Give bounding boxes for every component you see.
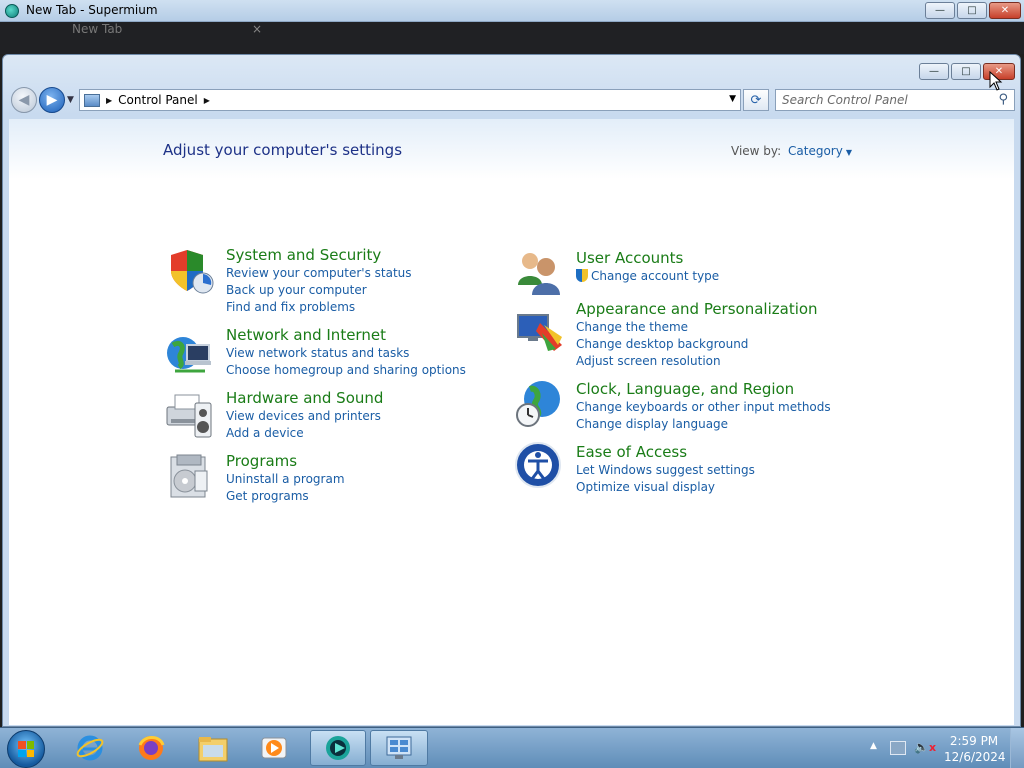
clock-time[interactable]: 2:59 PM <box>944 734 1004 748</box>
category-heading-network-internet[interactable]: Network and Internet <box>226 326 466 344</box>
mouse-cursor-icon <box>989 71 1003 91</box>
browser-tab-strip: New Tab × <box>0 22 1024 54</box>
search-input[interactable]: Search Control Panel ⚲ <box>775 89 1015 111</box>
link-uninstall-program[interactable]: Uninstall a program <box>226 471 345 488</box>
browser-window-title: New Tab - Supermium <box>26 3 158 17</box>
browser-close-button[interactable]: ✕ <box>989 2 1021 19</box>
start-button[interactable] <box>7 730 45 768</box>
programs-icon[interactable] <box>165 451 215 501</box>
tab-close-icon[interactable]: × <box>252 22 262 36</box>
printer-speaker-icon[interactable] <box>165 389 215 439</box>
cp-minimize-button[interactable]: — <box>919 63 949 80</box>
ease-of-access-icon[interactable] <box>514 441 564 491</box>
category-programs: Programs Uninstall a program Get program… <box>226 452 345 505</box>
control-panel-content: Adjust your computer's settings View by:… <box>9 119 1014 725</box>
link-optimize-visual[interactable]: Optimize visual display <box>576 479 755 496</box>
category-user-accounts: User Accounts Change account type <box>576 249 719 285</box>
windows-logo-icon <box>18 741 34 757</box>
shield-icon[interactable] <box>165 247 215 297</box>
back-arrow-icon: ◀ <box>18 92 30 108</box>
refresh-button[interactable]: ⟳ <box>743 89 769 111</box>
link-find-fix[interactable]: Find and fix problems <box>226 299 412 316</box>
browser-tab-title: New Tab <box>72 22 123 36</box>
firefox-icon[interactable] <box>125 730 177 766</box>
category-heading-user-accounts[interactable]: User Accounts <box>576 249 719 267</box>
link-get-programs[interactable]: Get programs <box>226 488 345 505</box>
browser-maximize-button[interactable]: □ <box>957 2 987 19</box>
category-heading-system-security[interactable]: System and Security <box>226 246 412 264</box>
link-desktop-background[interactable]: Change desktop background <box>576 336 818 353</box>
clock-date[interactable]: 12/6/2024 <box>944 750 1006 764</box>
file-explorer-icon[interactable] <box>187 730 239 766</box>
supermium-taskbar-button[interactable] <box>310 730 366 766</box>
category-heading-appearance[interactable]: Appearance and Personalization <box>576 300 818 318</box>
page-title: Adjust your computer's settings <box>163 141 403 159</box>
browser-tab[interactable]: New Tab × <box>36 22 276 40</box>
control-panel-window: — □ ✕ ◀ ▶ ▼ ▶ Control Panel ▶ ▼ ⟳ Search… <box>2 54 1021 727</box>
show-hidden-icons-icon[interactable]: ▲ <box>870 741 877 751</box>
back-button[interactable]: ◀ <box>11 87 37 113</box>
link-change-account-type-label: Change account type <box>591 269 720 283</box>
users-icon[interactable] <box>514 247 564 297</box>
view-by-dropdown[interactable]: Category ▼ <box>788 144 852 158</box>
link-change-keyboards[interactable]: Change keyboards or other input methods <box>576 399 831 416</box>
media-player-icon[interactable] <box>248 730 300 766</box>
globe-clock-icon[interactable] <box>514 379 564 429</box>
link-review-status[interactable]: Review your computer's status <box>226 265 412 282</box>
chevron-down-icon: ▼ <box>845 148 852 157</box>
forward-arrow-icon: ▶ <box>46 92 58 108</box>
category-network-internet: Network and Internet View network status… <box>226 326 466 379</box>
breadcrumb-chevron-icon[interactable]: ▶ <box>204 96 210 105</box>
show-desktop-button[interactable] <box>1010 728 1024 768</box>
category-heading-clock[interactable]: Clock, Language, and Region <box>576 380 831 398</box>
view-by-label: View by: <box>731 144 782 158</box>
supermium-app-icon <box>5 4 19 18</box>
link-homegroup-sharing[interactable]: Choose homegroup and sharing options <box>226 362 466 379</box>
link-back-up[interactable]: Back up your computer <box>226 282 412 299</box>
globe-network-icon[interactable] <box>165 331 215 381</box>
breadcrumb-separator-icon[interactable]: ▶ <box>106 96 112 105</box>
link-suggest-settings[interactable]: Let Windows suggest settings <box>576 462 755 479</box>
address-dropdown-icon[interactable]: ▼ <box>729 94 736 104</box>
control-panel-icon <box>84 93 100 107</box>
browser-minimize-button[interactable]: — <box>925 2 955 19</box>
category-appearance: Appearance and Personalization Change th… <box>576 300 818 370</box>
view-by-value: Category <box>788 144 843 158</box>
control-panel-taskbar-icon <box>386 736 412 759</box>
category-heading-ease-of-access[interactable]: Ease of Access <box>576 443 755 461</box>
link-network-status[interactable]: View network status and tasks <box>226 345 466 362</box>
refresh-icon: ⟳ <box>750 92 762 108</box>
category-hardware-sound: Hardware and Sound View devices and prin… <box>226 389 383 442</box>
address-bar[interactable]: ▶ Control Panel ▶ ▼ <box>79 89 741 111</box>
browser-title-bar: New Tab - Supermium — □ ✕ <box>0 0 1024 22</box>
category-system-security: System and Security Review your computer… <box>226 246 412 316</box>
category-clock-language-region: Clock, Language, and Region Change keybo… <box>576 380 831 433</box>
control-panel-taskbar-button[interactable] <box>370 730 428 766</box>
forward-button[interactable]: ▶ <box>39 87 65 113</box>
link-change-account-type[interactable]: Change account type <box>576 268 719 285</box>
category-heading-programs[interactable]: Programs <box>226 452 345 470</box>
recent-pages-dropdown-icon[interactable]: ▼ <box>67 95 74 105</box>
uac-shield-icon <box>576 269 588 282</box>
search-placeholder: Search Control Panel <box>782 93 908 107</box>
breadcrumb-control-panel[interactable]: Control Panel <box>118 93 198 107</box>
taskbar: ▲ 🔈x 2:59 PM 12/6/2024 <box>0 727 1024 768</box>
internet-explorer-icon[interactable] <box>64 730 116 766</box>
link-screen-resolution[interactable]: Adjust screen resolution <box>576 353 818 370</box>
volume-muted-icon[interactable]: 🔈x <box>914 740 936 754</box>
search-icon[interactable]: ⚲ <box>998 92 1008 107</box>
category-ease-of-access: Ease of Access Let Windows suggest setti… <box>576 443 755 496</box>
category-heading-hardware-sound[interactable]: Hardware and Sound <box>226 389 383 407</box>
network-tray-icon[interactable] <box>890 741 906 755</box>
monitor-palette-icon[interactable] <box>514 305 564 355</box>
link-add-device[interactable]: Add a device <box>226 425 383 442</box>
supermium-icon <box>326 736 350 760</box>
cp-maximize-button[interactable]: □ <box>951 63 981 80</box>
link-change-theme[interactable]: Change the theme <box>576 319 818 336</box>
link-devices-printers[interactable]: View devices and printers <box>226 408 383 425</box>
link-display-language[interactable]: Change display language <box>576 416 831 433</box>
